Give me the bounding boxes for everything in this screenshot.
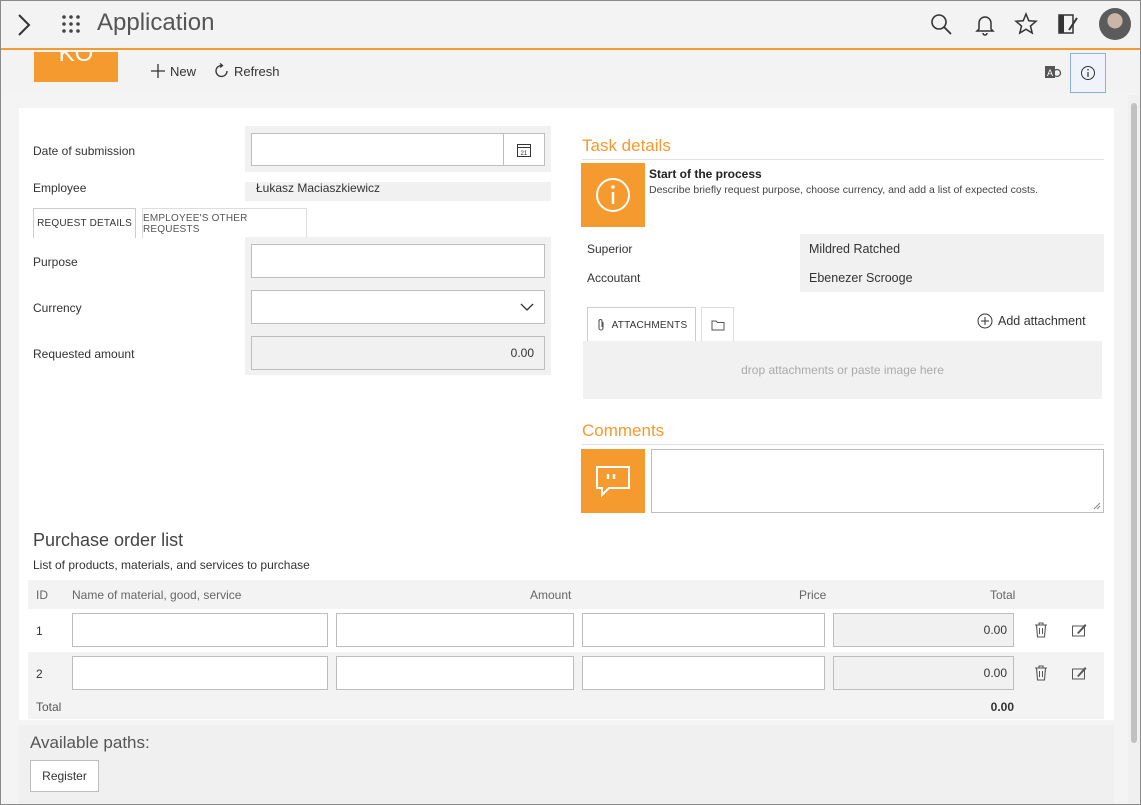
edit-icon[interactable] (1071, 664, 1087, 682)
date-label: Date of submission (33, 144, 136, 158)
date-input[interactable]: 21 (251, 133, 545, 166)
row-amount-input[interactable] (336, 613, 574, 647)
refresh-icon (215, 63, 228, 78)
purpose-label: Purpose (33, 255, 78, 269)
row-total-value: 0.00 (983, 623, 1007, 637)
row-name-input[interactable] (72, 656, 328, 690)
requested-amount-field: 0.00 (251, 336, 545, 370)
currency-select[interactable] (251, 290, 545, 324)
row-amount-input[interactable] (336, 656, 574, 690)
tab-attachments[interactable]: ATTACHMENTS (587, 307, 696, 342)
app-title: Application (97, 9, 215, 36)
accountant-value: Ebenezer Scrooge (809, 271, 913, 285)
purchase-list-subtitle: List of products, materials, and service… (33, 558, 310, 572)
row-id: 2 (36, 667, 43, 681)
calendar-button[interactable]: 21 (503, 134, 544, 165)
available-paths-panel: Available paths: Register (19, 725, 1114, 804)
available-paths-title: Available paths: (30, 733, 150, 752)
dropzone-text: drop attachments or paste image here (741, 363, 944, 377)
row-total-value: 0.00 (983, 666, 1007, 680)
task-details-title: Task details (582, 136, 671, 155)
info-icon (1081, 66, 1095, 80)
superior-label: Superior (587, 242, 633, 256)
plus-icon (151, 64, 165, 78)
task-details-rule (582, 159, 1104, 160)
paperclip-icon (598, 319, 604, 331)
comment-tile (581, 449, 645, 513)
task-info-tile (581, 163, 645, 227)
table-footer: Total 0.00 (28, 695, 1104, 719)
row-price-input[interactable] (582, 656, 825, 690)
info-button[interactable] (1070, 53, 1106, 93)
refresh-button[interactable]: Refresh (214, 63, 280, 79)
accountant-label: Accoutant (587, 271, 641, 285)
comment-bubble-icon (596, 466, 630, 498)
requested-amount-label: Requested amount (33, 347, 135, 361)
footer-total-value: 0.00 (990, 700, 1014, 714)
tab-request-details[interactable]: REQUEST DETAILS (33, 208, 136, 238)
tab-employee-other-requests[interactable]: EMPLOYEE'S OTHER REQUESTS (142, 208, 307, 238)
currency-label: Currency (33, 301, 82, 315)
vertical-scrollbar[interactable] (1128, 95, 1140, 804)
purchase-table-header: ID Name of material, good, service Amoun… (28, 580, 1104, 609)
employee-label: Employee (33, 181, 87, 195)
comment-textarea[interactable] (651, 449, 1104, 513)
header-total: Total (990, 588, 1016, 602)
new-button[interactable]: New (150, 63, 196, 79)
header-amount: Amount (530, 588, 572, 602)
expand-nav-icon[interactable] (15, 13, 33, 37)
add-attachment-label: Add attachment (998, 314, 1086, 328)
resize-grip-icon[interactable] (1093, 502, 1101, 510)
app-logo: KO (34, 52, 118, 82)
footer-total-label: Total (36, 700, 62, 714)
task-step-description: Describe briefly request purpose, choose… (649, 184, 1039, 196)
attachment-dropzone[interactable]: drop attachments or paste image here (583, 341, 1102, 399)
scrollbar-thumb[interactable] (1131, 103, 1137, 743)
header-price: Price (799, 588, 827, 602)
folder-icon (711, 320, 724, 331)
user-avatar[interactable] (1099, 8, 1131, 40)
employee-value: Łukasz Maciaszkiewicz (256, 181, 381, 195)
add-attachment-button[interactable]: Add attachment (977, 313, 1086, 329)
row-id: 1 (36, 624, 43, 638)
calendar-icon: 21 (517, 143, 531, 157)
trash-icon[interactable] (1033, 621, 1049, 639)
app-launcher-icon[interactable] (61, 14, 81, 34)
notes-icon[interactable] (1056, 12, 1080, 36)
svg-text:21: 21 (521, 151, 528, 157)
bell-icon[interactable] (973, 12, 997, 36)
search-icon[interactable] (929, 12, 953, 36)
purchase-list-title: Purchase order list (33, 530, 184, 550)
row-price-input[interactable] (582, 613, 825, 647)
trash-icon[interactable] (1033, 664, 1049, 682)
chevron-down-icon (520, 303, 534, 311)
register-button[interactable]: Register (30, 760, 99, 792)
app-window: Application KO New Refresh A Date of sub… (0, 0, 1141, 805)
info-circle-icon (596, 178, 630, 212)
comments-rule (582, 444, 1104, 445)
add-circle-icon (977, 313, 993, 329)
new-button-label: New (170, 63, 197, 79)
row-total-field: 0.00 (833, 613, 1014, 647)
translate-icon[interactable]: A (1044, 63, 1062, 81)
requested-amount-value: 0.00 (510, 346, 534, 360)
row-total-field: 0.00 (833, 656, 1014, 690)
comments-title: Comments (582, 421, 665, 440)
superior-value: Mildred Ratched (809, 242, 901, 256)
star-icon[interactable] (1014, 12, 1038, 36)
task-step-title: Start of the process (649, 167, 762, 181)
header-id: ID (36, 588, 48, 602)
top-bar: Application (1, 1, 1140, 50)
edit-icon[interactable] (1071, 621, 1087, 639)
refresh-button-label: Refresh (234, 63, 280, 79)
table-row: 2 0.00 (28, 652, 1104, 695)
svg-text:A: A (1047, 68, 1053, 78)
attachments-tab-label: ATTACHMENTS (611, 319, 688, 331)
purpose-input[interactable] (251, 244, 545, 278)
table-row: 1 0.00 (28, 609, 1104, 652)
header-name: Name of material, good, service (72, 588, 242, 602)
tab-folder[interactable] (701, 307, 734, 342)
row-name-input[interactable] (72, 613, 328, 647)
